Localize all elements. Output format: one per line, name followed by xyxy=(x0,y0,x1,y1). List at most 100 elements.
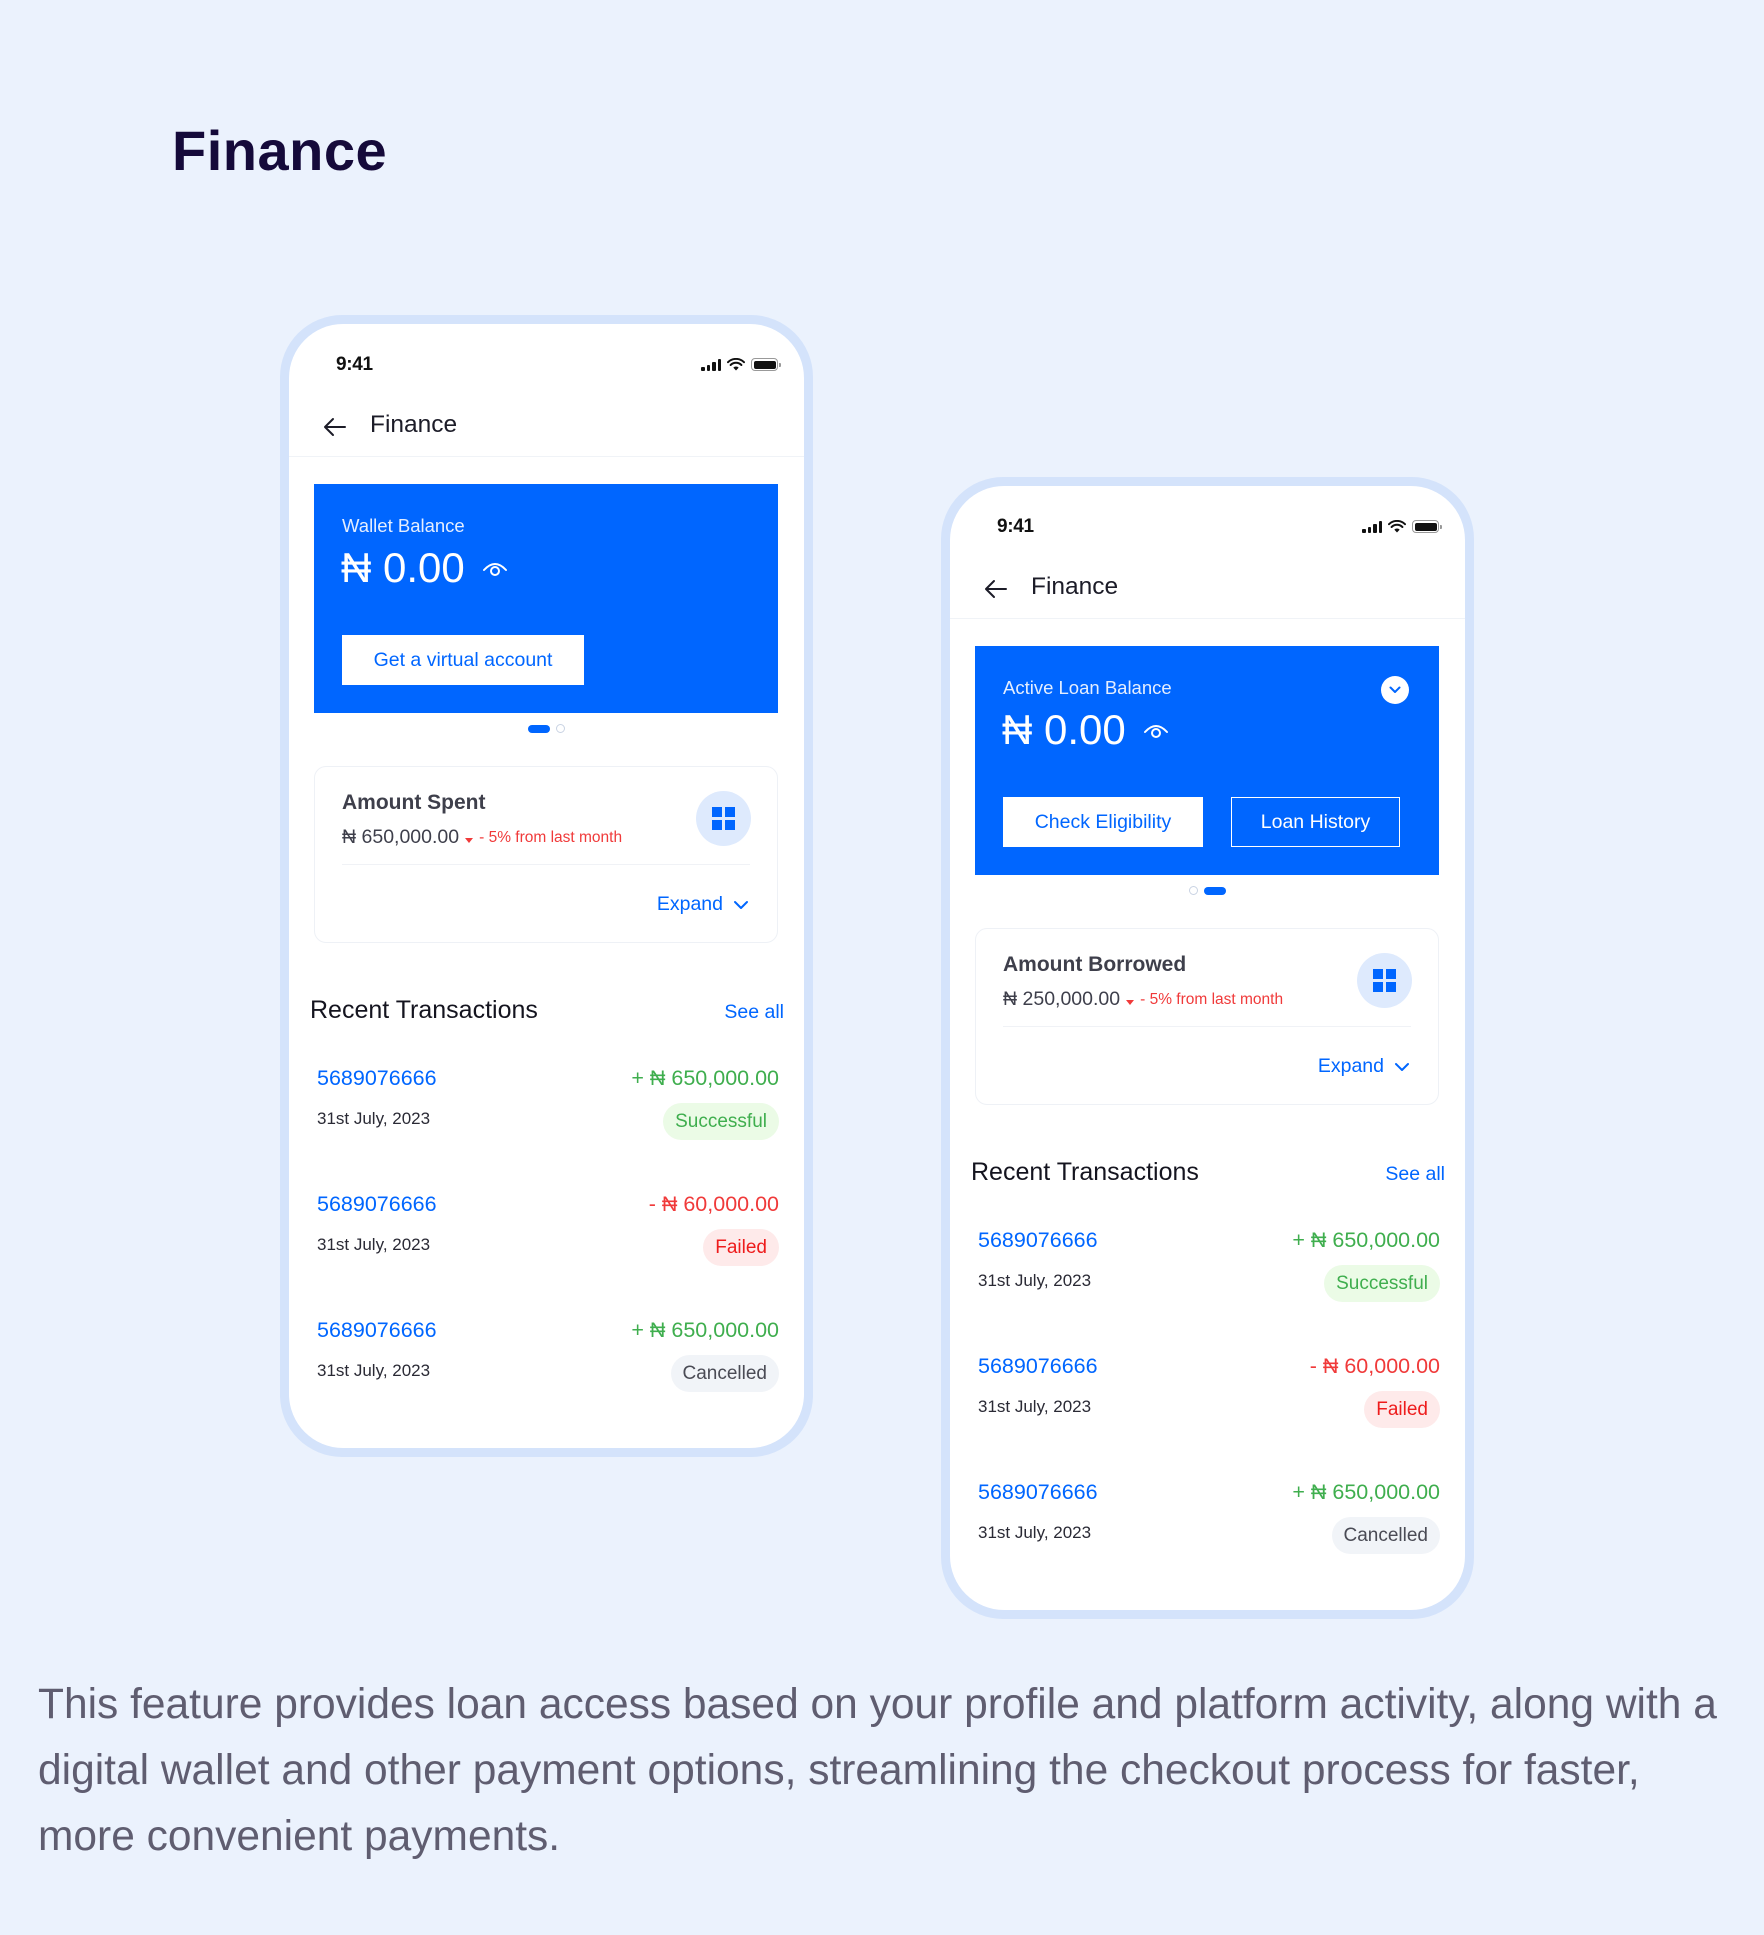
stat-change: - 5% from last month xyxy=(1140,990,1284,1008)
trend-down-icon xyxy=(1126,1000,1135,1005)
transaction-amount: - ₦ 60,000.00 xyxy=(1309,1354,1440,1378)
transaction-amount: + ₦ 650,000.00 xyxy=(631,1066,779,1090)
carousel-indicator xyxy=(289,724,804,733)
recent-transactions-title: Recent Transactions xyxy=(310,996,538,1024)
divider xyxy=(342,864,750,865)
balance-amount-row: ₦ 0.00 xyxy=(341,544,509,592)
grid-icon[interactable] xyxy=(1357,953,1412,1008)
status-icons xyxy=(701,358,781,371)
transaction-list: 5689076666 31st July, 2023 + ₦ 650,000.0… xyxy=(317,1066,779,1444)
transaction-id[interactable]: 5689076666 xyxy=(978,1480,1098,1505)
grid-icon[interactable] xyxy=(696,791,751,846)
expand-button[interactable]: Expand xyxy=(1318,1055,1410,1078)
transaction-date: 31st July, 2023 xyxy=(317,1361,431,1380)
amount-spent-card: Amount Spent ₦ 650,000.00 - 5% from last… xyxy=(314,766,778,943)
loan-history-button[interactable]: Loan History xyxy=(1231,797,1400,847)
chevron-down-icon[interactable] xyxy=(1381,676,1409,704)
status-bar: 9:41 xyxy=(950,516,1465,542)
chevron-down-icon xyxy=(1395,1062,1409,1071)
battery-icon xyxy=(751,358,781,371)
transaction-date: 31st July, 2023 xyxy=(978,1397,1092,1416)
carousel-indicator xyxy=(950,886,1465,895)
transaction-amount: - ₦ 60,000.00 xyxy=(648,1192,779,1216)
see-all-link[interactable]: See all xyxy=(724,1001,784,1024)
app-header: Finance xyxy=(289,404,804,457)
transaction-list: 5689076666 31st July, 2023 + ₦ 650,000.0… xyxy=(978,1228,1440,1606)
balance-label: Wallet Balance xyxy=(342,515,465,536)
status-badge: Successful xyxy=(663,1103,779,1140)
carousel-dot-active[interactable] xyxy=(1204,886,1226,895)
wifi-icon xyxy=(727,358,745,371)
transaction-id[interactable]: 5689076666 xyxy=(978,1354,1098,1379)
status-time: 9:41 xyxy=(997,516,1034,537)
transaction-id[interactable]: 5689076666 xyxy=(317,1066,437,1091)
wallet-balance-card: Wallet Balance ₦ 0.00 Get a virtual acco… xyxy=(314,484,778,713)
transaction-id[interactable]: 5689076666 xyxy=(317,1192,437,1217)
recent-transactions-header: Recent Transactions See all xyxy=(971,1158,1445,1187)
carousel-dot[interactable] xyxy=(1189,886,1198,895)
balance-amount: ₦ 0.00 xyxy=(1002,706,1126,753)
expand-button[interactable]: Expand xyxy=(657,893,749,916)
wifi-icon xyxy=(1388,520,1406,533)
eye-icon[interactable] xyxy=(481,560,509,578)
app-header: Finance xyxy=(950,566,1465,619)
amount-borrowed-card: Amount Borrowed ₦ 250,000.00 - 5% from l… xyxy=(975,928,1439,1105)
see-all-link[interactable]: See all xyxy=(1385,1163,1445,1186)
stat-value-row: ₦ 250,000.00 - 5% from last month xyxy=(1003,988,1283,1011)
check-eligibility-button[interactable]: Check Eligibility xyxy=(1003,797,1203,847)
divider xyxy=(1003,1026,1411,1027)
expand-label: Expand xyxy=(1317,1055,1384,1077)
header-title: Finance xyxy=(370,411,458,438)
carousel-dot-active[interactable] xyxy=(528,724,550,733)
feature-description: This feature provides loan access based … xyxy=(38,1681,1717,1860)
stat-title: Amount Spent xyxy=(342,791,486,814)
recent-transactions-title: Recent Transactions xyxy=(971,1158,1199,1186)
transaction-date: 31st July, 2023 xyxy=(978,1271,1092,1290)
status-badge: Failed xyxy=(703,1229,779,1266)
phone-screen: 9:41 Finance Active Loan Balance ₦ 0.00 … xyxy=(950,486,1465,1610)
status-badge: Cancelled xyxy=(1331,1517,1440,1554)
arrow-left-icon[interactable] xyxy=(321,416,349,438)
transaction-date: 31st July, 2023 xyxy=(978,1523,1092,1542)
transaction-row[interactable]: 5689076666 31st July, 2023 + ₦ 650,000.0… xyxy=(978,1480,1440,1606)
transaction-id[interactable]: 5689076666 xyxy=(978,1228,1098,1253)
stat-title: Amount Borrowed xyxy=(1003,953,1187,976)
header-title: Finance xyxy=(1031,573,1119,600)
transaction-id[interactable]: 5689076666 xyxy=(317,1318,437,1343)
chevron-down-icon xyxy=(734,900,748,909)
arrow-left-icon[interactable] xyxy=(982,578,1010,600)
transaction-row[interactable]: 5689076666 31st July, 2023 - ₦ 60,000.00… xyxy=(317,1192,779,1318)
transaction-amount: + ₦ 650,000.00 xyxy=(1292,1228,1440,1252)
recent-transactions-header: Recent Transactions See all xyxy=(310,996,784,1025)
transaction-row[interactable]: 5689076666 31st July, 2023 + ₦ 650,000.0… xyxy=(317,1318,779,1444)
stat-change: - 5% from last month xyxy=(479,828,623,846)
page-title: Finance xyxy=(172,119,388,182)
stat-value: ₦ 650,000.00 xyxy=(342,826,460,848)
loan-balance-card: Active Loan Balance ₦ 0.00 Check Eligibi… xyxy=(975,646,1439,875)
status-icons xyxy=(1362,520,1442,533)
balance-amount-row: ₦ 0.00 xyxy=(1002,706,1170,754)
stat-value: ₦ 250,000.00 xyxy=(1003,988,1121,1010)
balance-label: Active Loan Balance xyxy=(1003,677,1172,698)
carousel-dot[interactable] xyxy=(556,724,565,733)
phone-mockup-wallet: 9:41 Finance Wallet Balance ₦ 0.00 Get a… xyxy=(280,315,813,1457)
expand-label: Expand xyxy=(656,893,723,915)
status-badge: Failed xyxy=(1364,1391,1440,1428)
transaction-row[interactable]: 5689076666 31st July, 2023 + ₦ 650,000.0… xyxy=(317,1066,779,1192)
eye-icon[interactable] xyxy=(1142,722,1170,740)
trend-down-icon xyxy=(465,838,474,843)
signal-icon xyxy=(701,358,721,371)
status-badge: Successful xyxy=(1324,1265,1440,1302)
status-bar: 9:41 xyxy=(289,354,804,380)
transaction-row[interactable]: 5689076666 31st July, 2023 - ₦ 60,000.00… xyxy=(978,1354,1440,1480)
phone-mockup-loan: 9:41 Finance Active Loan Balance ₦ 0.00 … xyxy=(941,477,1474,1619)
transaction-amount: + ₦ 650,000.00 xyxy=(1292,1480,1440,1504)
transaction-row[interactable]: 5689076666 31st July, 2023 + ₦ 650,000.0… xyxy=(978,1228,1440,1354)
status-badge: Cancelled xyxy=(670,1355,779,1392)
signal-icon xyxy=(1362,520,1382,533)
transaction-date: 31st July, 2023 xyxy=(317,1235,431,1254)
transaction-amount: + ₦ 650,000.00 xyxy=(631,1318,779,1342)
get-virtual-account-button[interactable]: Get a virtual account xyxy=(342,635,584,685)
balance-amount: ₦ 0.00 xyxy=(341,544,465,591)
phone-screen: 9:41 Finance Wallet Balance ₦ 0.00 Get a… xyxy=(289,324,804,1448)
